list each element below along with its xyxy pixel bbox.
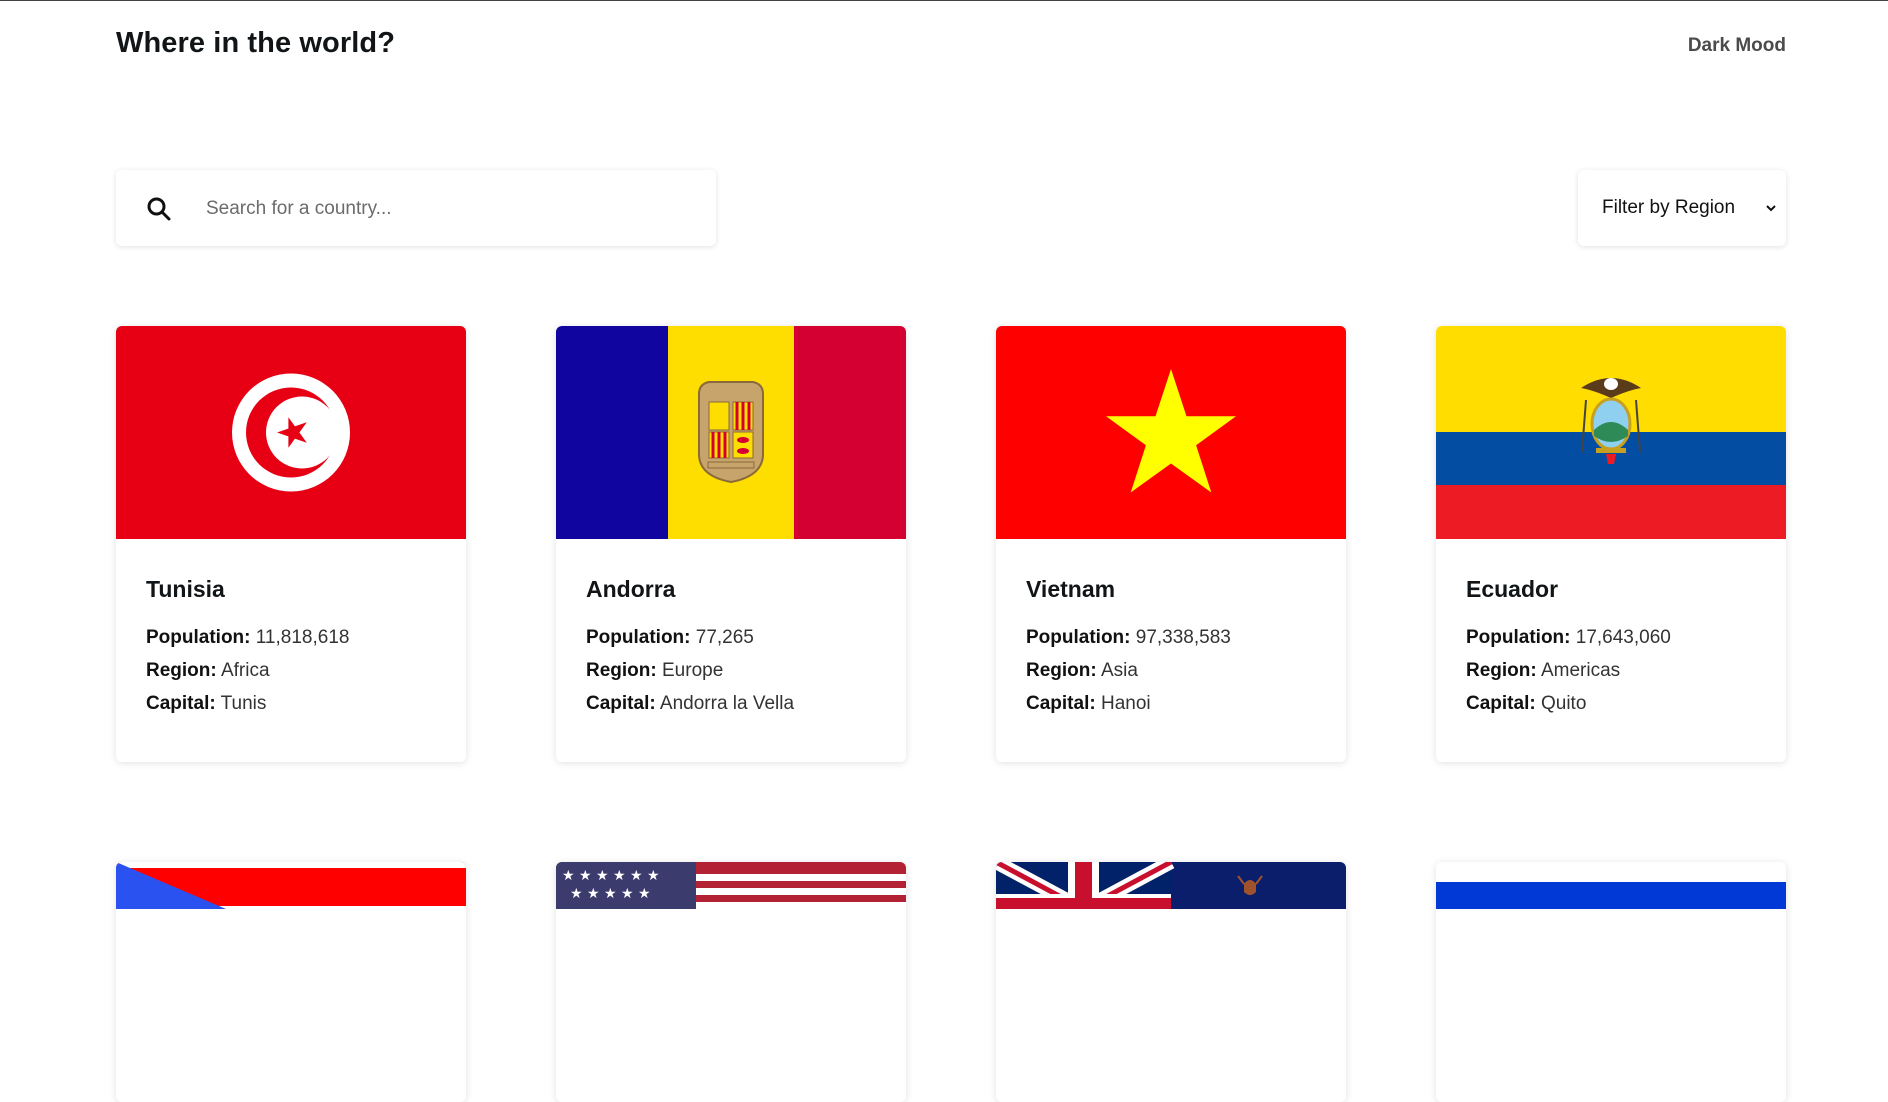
- chevron-down-icon: [1766, 205, 1776, 212]
- app-header: Where in the world? Dark Mood: [0, 1, 1888, 89]
- region-label: Region:: [1466, 660, 1537, 681]
- country-name: Vietnam: [1026, 576, 1116, 602]
- card-info: Ecuador Population: 17,643,060 Region: A…: [1466, 576, 1671, 720]
- country-card-tunisia[interactable]: Tunisia Population: 11,818,618 Region: A…: [116, 326, 466, 762]
- capital-label: Capital:: [146, 693, 216, 714]
- population-value: 77,265: [695, 627, 754, 648]
- region-label: Region:: [146, 660, 217, 681]
- population-label: Population:: [586, 627, 691, 648]
- country-name: Andorra: [586, 576, 676, 602]
- population-value: 17,643,060: [1575, 627, 1671, 648]
- flag-white-blue: [1436, 862, 1786, 909]
- population-label: Population:: [146, 627, 251, 648]
- flag-union-jack-ensign: [996, 862, 1346, 909]
- region-value: Europe: [662, 660, 724, 681]
- region-filter-dropdown[interactable]: Filter by Region: [1578, 170, 1786, 246]
- card-info: Vietnam Population: 97,338,583 Region: A…: [1026, 576, 1231, 720]
- capital-row: Capital: Hanoi: [1026, 687, 1231, 720]
- country-name: Tunisia: [146, 576, 225, 602]
- filter-label: Filter by Region: [1602, 197, 1736, 218]
- flag-ecuador: [1436, 326, 1786, 539]
- capital-label: Capital:: [586, 693, 656, 714]
- country-card-row2-2[interactable]: ★ ★ ★ ★ ★ ★ ★ ★ ★ ★ ★: [556, 862, 906, 1102]
- card-info: Andorra Population: 77,265 Region: Europ…: [586, 576, 794, 720]
- flag-vietnam: [996, 326, 1346, 539]
- region-value: Americas: [1540, 660, 1621, 681]
- country-card-row2-3[interactable]: [996, 862, 1346, 1102]
- population-row: Population: 11,818,618: [146, 621, 349, 654]
- capital-value: Andorra la Vella: [659, 693, 795, 714]
- flag-czech-like: [116, 862, 466, 909]
- country-name: Ecuador: [1466, 576, 1559, 602]
- region-value: Asia: [1100, 660, 1138, 681]
- flag-tunisia: [116, 326, 466, 539]
- population-label: Population:: [1466, 627, 1571, 648]
- region-row: Region: Africa: [146, 654, 349, 687]
- dark-mode-toggle[interactable]: Dark Mood: [1688, 35, 1786, 57]
- population-label: Population:: [1026, 627, 1131, 648]
- region-row: Region: Europe: [586, 654, 794, 687]
- app-title: Where in the world?: [116, 27, 396, 59]
- search-icon: [147, 197, 171, 221]
- region-row: Region: Asia: [1026, 654, 1231, 687]
- capital-value: Tunis: [220, 693, 267, 714]
- population-row: Population: 97,338,583: [1026, 621, 1231, 654]
- country-card-andorra[interactable]: Andorra Population: 77,265 Region: Europ…: [556, 326, 906, 762]
- country-card-row2-1[interactable]: [116, 862, 466, 1102]
- country-card-row2-4[interactable]: [1436, 862, 1786, 1102]
- search-box[interactable]: [116, 170, 716, 246]
- region-row: Region: Americas: [1466, 654, 1671, 687]
- capital-label: Capital:: [1026, 693, 1096, 714]
- capital-value: Quito: [1540, 693, 1587, 714]
- capital-row: Capital: Quito: [1466, 687, 1671, 720]
- population-value: 11,818,618: [255, 627, 350, 648]
- population-value: 97,338,583: [1135, 627, 1231, 648]
- region-value: Africa: [220, 660, 270, 681]
- population-row: Population: 77,265: [586, 621, 794, 654]
- region-label: Region:: [1026, 660, 1097, 681]
- flag-usa: ★ ★ ★ ★ ★ ★ ★ ★ ★ ★ ★: [556, 862, 906, 909]
- country-card-vietnam[interactable]: Vietnam Population: 97,338,583 Region: A…: [996, 326, 1346, 762]
- search-input[interactable]: [204, 190, 688, 228]
- capital-label: Capital:: [1466, 693, 1536, 714]
- card-info: Tunisia Population: 11,818,618 Region: A…: [146, 576, 349, 720]
- capital-row: Capital: Andorra la Vella: [586, 687, 794, 720]
- svg-text:★ ★ ★ ★ ★ ★: ★ ★ ★ ★ ★ ★: [562, 868, 660, 884]
- region-label: Region:: [586, 660, 657, 681]
- flag-andorra: [556, 326, 906, 539]
- capital-value: Hanoi: [1100, 693, 1151, 714]
- population-row: Population: 17,643,060: [1466, 621, 1671, 654]
- country-card-ecuador[interactable]: Ecuador Population: 17,643,060 Region: A…: [1436, 326, 1786, 762]
- svg-text:★ ★ ★ ★ ★: ★ ★ ★ ★ ★: [570, 886, 651, 902]
- capital-row: Capital: Tunis: [146, 687, 349, 720]
